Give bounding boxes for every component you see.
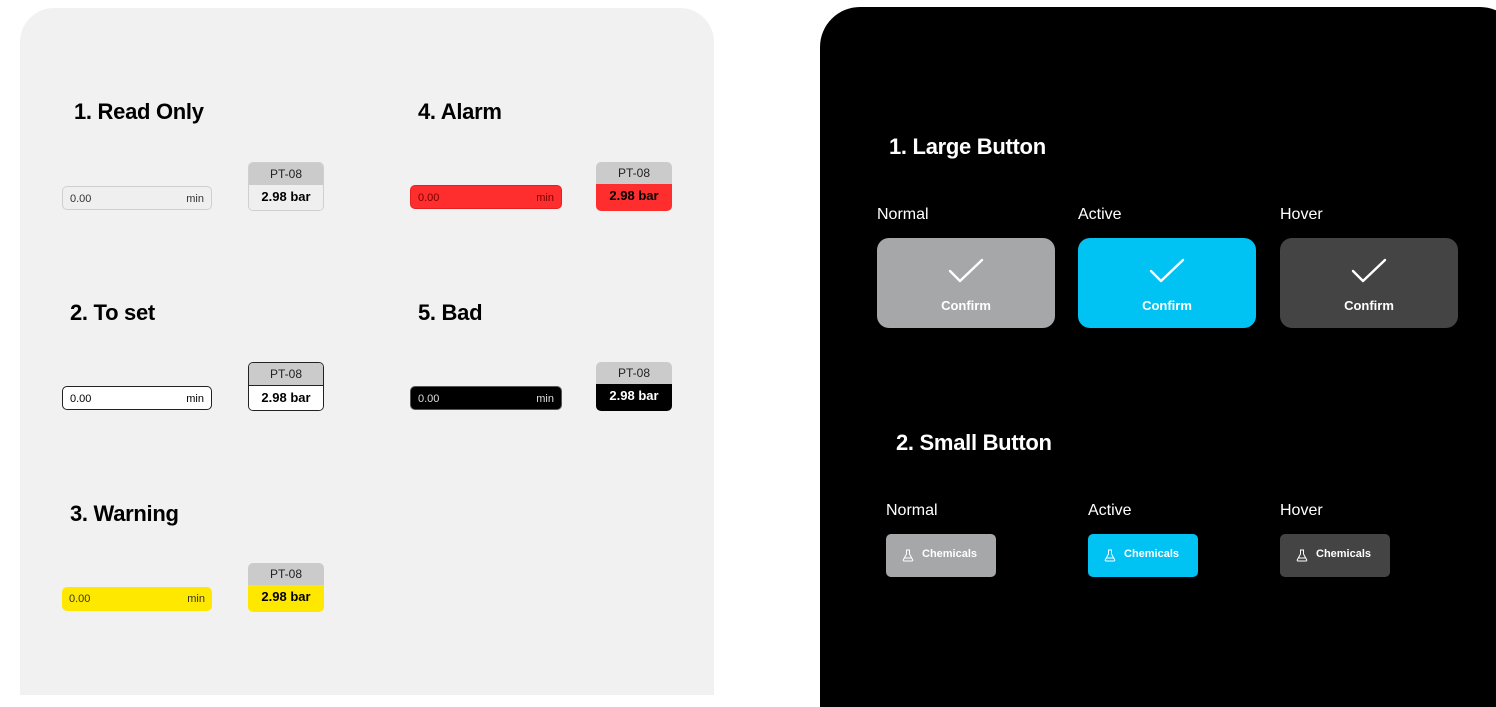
button-states-panel <box>820 7 1496 707</box>
checkmark-icon <box>948 258 984 283</box>
confirm-button-normal[interactable]: Confirm <box>877 238 1055 328</box>
field-unit: min <box>536 192 554 204</box>
checkmark-icon <box>1351 258 1387 283</box>
state-label-normal: Normal <box>886 502 938 519</box>
alarm-field: 0.00 min <box>410 185 562 209</box>
button-label: Chemicals <box>1124 548 1180 560</box>
tag-value: 2.98 bar <box>249 386 323 410</box>
chemicals-button-active[interactable]: Chemicals <box>1088 534 1198 577</box>
flask-icon <box>1296 549 1308 562</box>
state-label-active: Active <box>1078 206 1122 223</box>
flask-icon <box>902 549 914 562</box>
field-value: 0.00 <box>70 393 92 405</box>
tag-id: PT-08 <box>596 162 672 184</box>
chemicals-button-normal[interactable]: Chemicals <box>886 534 996 577</box>
state-label-active: Active <box>1088 502 1132 519</box>
alarm-tag: PT-08 2.98 bar <box>596 162 672 211</box>
tag-value: 2.98 bar <box>596 184 672 211</box>
button-label: Confirm <box>1344 298 1394 313</box>
button-label: Chemicals <box>1316 548 1372 560</box>
field-value: 0.00 <box>69 593 91 605</box>
tag-value: 2.98 bar <box>596 384 672 411</box>
flask-icon <box>1104 549 1116 562</box>
field-unit: min <box>536 393 554 405</box>
to-set-field[interactable]: 0.00 min <box>62 386 212 410</box>
field-unit: min <box>186 393 204 405</box>
tag-id: PT-08 <box>248 563 324 585</box>
read-only-field: 0.00 min <box>62 186 212 210</box>
warning-tag: PT-08 2.98 bar <box>248 563 324 612</box>
field-value: 0.00 <box>70 193 92 205</box>
warning-field: 0.00 min <box>62 587 212 611</box>
button-label: Chemicals <box>922 548 978 560</box>
confirm-button-hover[interactable]: Confirm <box>1280 238 1458 328</box>
tag-value: 2.98 bar <box>248 585 324 612</box>
section-title-alarm: 4. Alarm <box>418 99 502 124</box>
section-title-small-button: 2. Small Button <box>896 430 1052 455</box>
section-title-warning: 3. Warning <box>70 501 179 526</box>
confirm-button-active[interactable]: Confirm <box>1078 238 1256 328</box>
bad-tag: PT-08 2.98 bar <box>596 362 672 411</box>
section-title-bad: 5. Bad <box>418 300 483 325</box>
tag-id: PT-08 <box>249 363 323 386</box>
state-label-hover: Hover <box>1280 206 1323 223</box>
read-only-tag: PT-08 2.98 bar <box>248 162 324 211</box>
state-label-normal: Normal <box>877 206 929 223</box>
field-value: 0.00 <box>418 393 440 405</box>
section-title-read-only: 1. Read Only <box>74 99 204 124</box>
button-label: Confirm <box>941 298 991 313</box>
bad-field: 0.00 min <box>410 386 562 410</box>
tag-id: PT-08 <box>596 362 672 384</box>
to-set-tag[interactable]: PT-08 2.98 bar <box>248 362 324 411</box>
state-label-hover: Hover <box>1280 502 1323 519</box>
field-unit: min <box>186 193 204 205</box>
section-title-to-set: 2. To set <box>70 300 155 325</box>
field-unit: min <box>187 593 205 605</box>
field-value: 0.00 <box>418 192 440 204</box>
tag-value: 2.98 bar <box>249 185 323 210</box>
checkmark-icon <box>1149 258 1185 283</box>
button-label: Confirm <box>1142 298 1192 313</box>
section-title-large-button: 1. Large Button <box>889 134 1046 159</box>
chemicals-button-hover[interactable]: Chemicals <box>1280 534 1390 577</box>
tag-id: PT-08 <box>249 163 323 185</box>
